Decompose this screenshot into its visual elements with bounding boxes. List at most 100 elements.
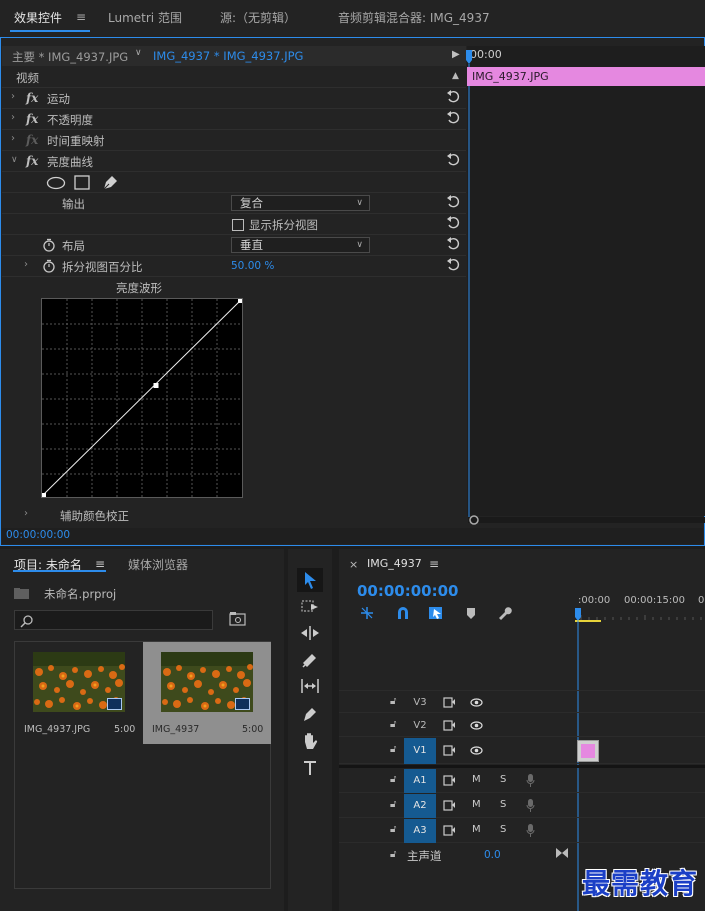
effect-clip-bar[interactable]: IMG_4937.JPG <box>467 67 705 86</box>
project-item-image[interactable]: IMG_4937.JPG 5:00 <box>15 642 143 744</box>
panel-menu-icon[interactable]: ≡ <box>95 557 105 571</box>
master-volume-value[interactable]: 0.0 <box>484 849 501 861</box>
sync-lock-icon[interactable] <box>443 825 456 836</box>
curve-point-black[interactable] <box>42 493 46 497</box>
add-marker-icon[interactable] <box>466 606 476 620</box>
new-bin-search-icon[interactable] <box>229 611 247 627</box>
track-v2[interactable]: 🔓︎ V2 <box>339 714 705 737</box>
lock-icon[interactable]: 🔓︎ <box>390 696 396 707</box>
lock-icon[interactable]: 🔓︎ <box>390 824 396 835</box>
track-select-tool-icon[interactable] <box>300 597 320 617</box>
razor-tool-icon[interactable] <box>300 650 320 670</box>
track-label[interactable]: V1 <box>404 738 436 764</box>
fx-icon[interactable]: fx <box>26 112 38 126</box>
reset-icon[interactable] <box>446 90 460 104</box>
stopwatch-icon[interactable] <box>42 238 56 252</box>
pen-tool-icon[interactable] <box>300 704 320 724</box>
tab-audio-clip-mixer[interactable]: 音频剪辑混合器: IMG_4937 <box>338 9 490 26</box>
show-split-view-checkbox[interactable] <box>232 219 244 231</box>
effect-row-motion[interactable]: › fx 运动 <box>2 88 466 109</box>
tab-source[interactable]: 源:（无剪辑） <box>220 9 296 26</box>
sync-lock-icon[interactable] <box>443 697 456 708</box>
sync-lock-icon[interactable] <box>443 745 456 756</box>
expand-chevron-icon[interactable]: › <box>11 133 15 144</box>
curve-point-white[interactable] <box>238 299 242 303</box>
lock-icon[interactable]: 🔓︎ <box>390 849 396 860</box>
type-tool-icon[interactable] <box>300 758 320 778</box>
track-label[interactable]: V3 <box>404 691 436 714</box>
sequence-clip-label[interactable]: IMG_4937 * IMG_4937.JPG <box>153 49 303 63</box>
expand-chevron-icon[interactable]: › <box>24 259 28 270</box>
track-v1[interactable]: 🔓︎ V1 <box>339 738 705 764</box>
tab-lumetri-scopes[interactable]: Lumetri 范围 <box>108 9 182 26</box>
layout-dropdown[interactable]: 垂直 ∨ <box>231 237 370 253</box>
solo-button[interactable]: S <box>500 774 506 785</box>
slip-tool-icon[interactable] <box>300 676 320 696</box>
track-a3[interactable]: 🔓︎ A3 M S <box>339 819 705 843</box>
track-v3[interactable]: 🔓︎ V3 <box>339 690 705 713</box>
snap-magnet-icon[interactable] <box>395 605 411 621</box>
lock-icon[interactable]: 🔓︎ <box>390 774 396 785</box>
lock-icon[interactable]: 🔓︎ <box>390 799 396 810</box>
curve-point-mid[interactable] <box>153 383 159 388</box>
sync-lock-icon[interactable] <box>443 720 456 731</box>
video-audio-divider[interactable] <box>339 765 705 768</box>
curve-grid[interactable] <box>42 299 242 497</box>
reset-icon[interactable] <box>446 195 460 209</box>
expand-chevron-icon[interactable]: › <box>11 112 15 123</box>
collapse-triangle-icon[interactable]: ▲ <box>452 71 459 81</box>
eye-icon[interactable] <box>470 698 483 707</box>
selection-tool-icon[interactable] <box>300 570 320 590</box>
reset-icon[interactable] <box>446 258 460 272</box>
v1-clip[interactable] <box>577 740 599 762</box>
hand-tool-icon[interactable] <box>300 731 320 751</box>
fx-icon[interactable]: fx <box>26 154 38 168</box>
effect-timeline[interactable] <box>467 46 705 516</box>
sync-lock-icon[interactable] <box>443 775 456 786</box>
effect-row-time-remap[interactable]: › fx 时间重映射 <box>2 130 466 151</box>
track-a2[interactable]: 🔓︎ A2 M S <box>339 794 705 818</box>
track-label[interactable]: V2 <box>404 714 436 737</box>
luma-curve-graph[interactable] <box>41 298 243 498</box>
playhead-icon[interactable] <box>465 50 473 570</box>
effect-row-opacity[interactable]: › fx 不透明度 <box>2 109 466 130</box>
track-label[interactable]: A2 <box>404 794 436 818</box>
microphone-icon[interactable] <box>526 773 535 788</box>
lock-icon[interactable]: 🔓︎ <box>390 744 396 755</box>
close-icon[interactable]: × <box>349 558 358 571</box>
mute-button[interactable]: M <box>472 824 481 835</box>
fx-icon[interactable]: fx <box>26 91 38 105</box>
ellipse-mask-icon[interactable] <box>46 176 66 190</box>
effect-row-luma-curve[interactable]: ∨ fx 亮度曲线 <box>2 151 466 172</box>
linked-selection-icon[interactable] <box>428 605 444 621</box>
wrench-settings-icon[interactable] <box>496 605 512 621</box>
collapse-chevron-icon[interactable]: ∨ <box>11 155 18 165</box>
track-a1[interactable]: 🔓︎ A1 M S <box>339 769 705 793</box>
play-triangle-icon[interactable]: ▶ <box>452 49 460 60</box>
reset-icon[interactable] <box>446 216 460 230</box>
microphone-icon[interactable] <box>526 823 535 838</box>
reset-icon[interactable] <box>446 111 460 125</box>
eye-icon[interactable] <box>470 721 483 730</box>
reset-icon[interactable] <box>446 237 460 251</box>
mute-button[interactable]: M <box>472 799 481 810</box>
track-label[interactable]: A1 <box>404 769 436 793</box>
microphone-icon[interactable] <box>526 798 535 813</box>
mute-button[interactable]: M <box>472 774 481 785</box>
current-timecode[interactable]: 00:00:00:00 <box>6 529 70 541</box>
panel-menu-icon[interactable]: ≡ <box>429 557 439 571</box>
chevron-down-icon[interactable]: ∨ <box>135 48 142 58</box>
tab-media-browser[interactable]: 媒体浏览器 <box>128 556 188 573</box>
solo-button[interactable]: S <box>500 799 506 810</box>
project-item-sequence[interactable]: IMG_4937 5:00 <box>143 642 271 744</box>
reset-icon[interactable] <box>446 153 460 167</box>
insert-sequence-nest-icon[interactable] <box>359 605 375 621</box>
sequence-timecode[interactable]: 00:00:00:00 <box>357 582 459 600</box>
track-label[interactable]: A3 <box>404 819 436 843</box>
sequence-tab-name[interactable]: IMG_4937 <box>367 557 422 570</box>
ripple-edit-tool-icon[interactable] <box>300 623 320 643</box>
tab-effect-controls[interactable]: 效果控件 <box>14 9 62 26</box>
panel-menu-icon[interactable]: ≡ <box>76 10 86 24</box>
sync-lock-icon[interactable] <box>443 800 456 811</box>
search-input[interactable] <box>14 610 213 630</box>
